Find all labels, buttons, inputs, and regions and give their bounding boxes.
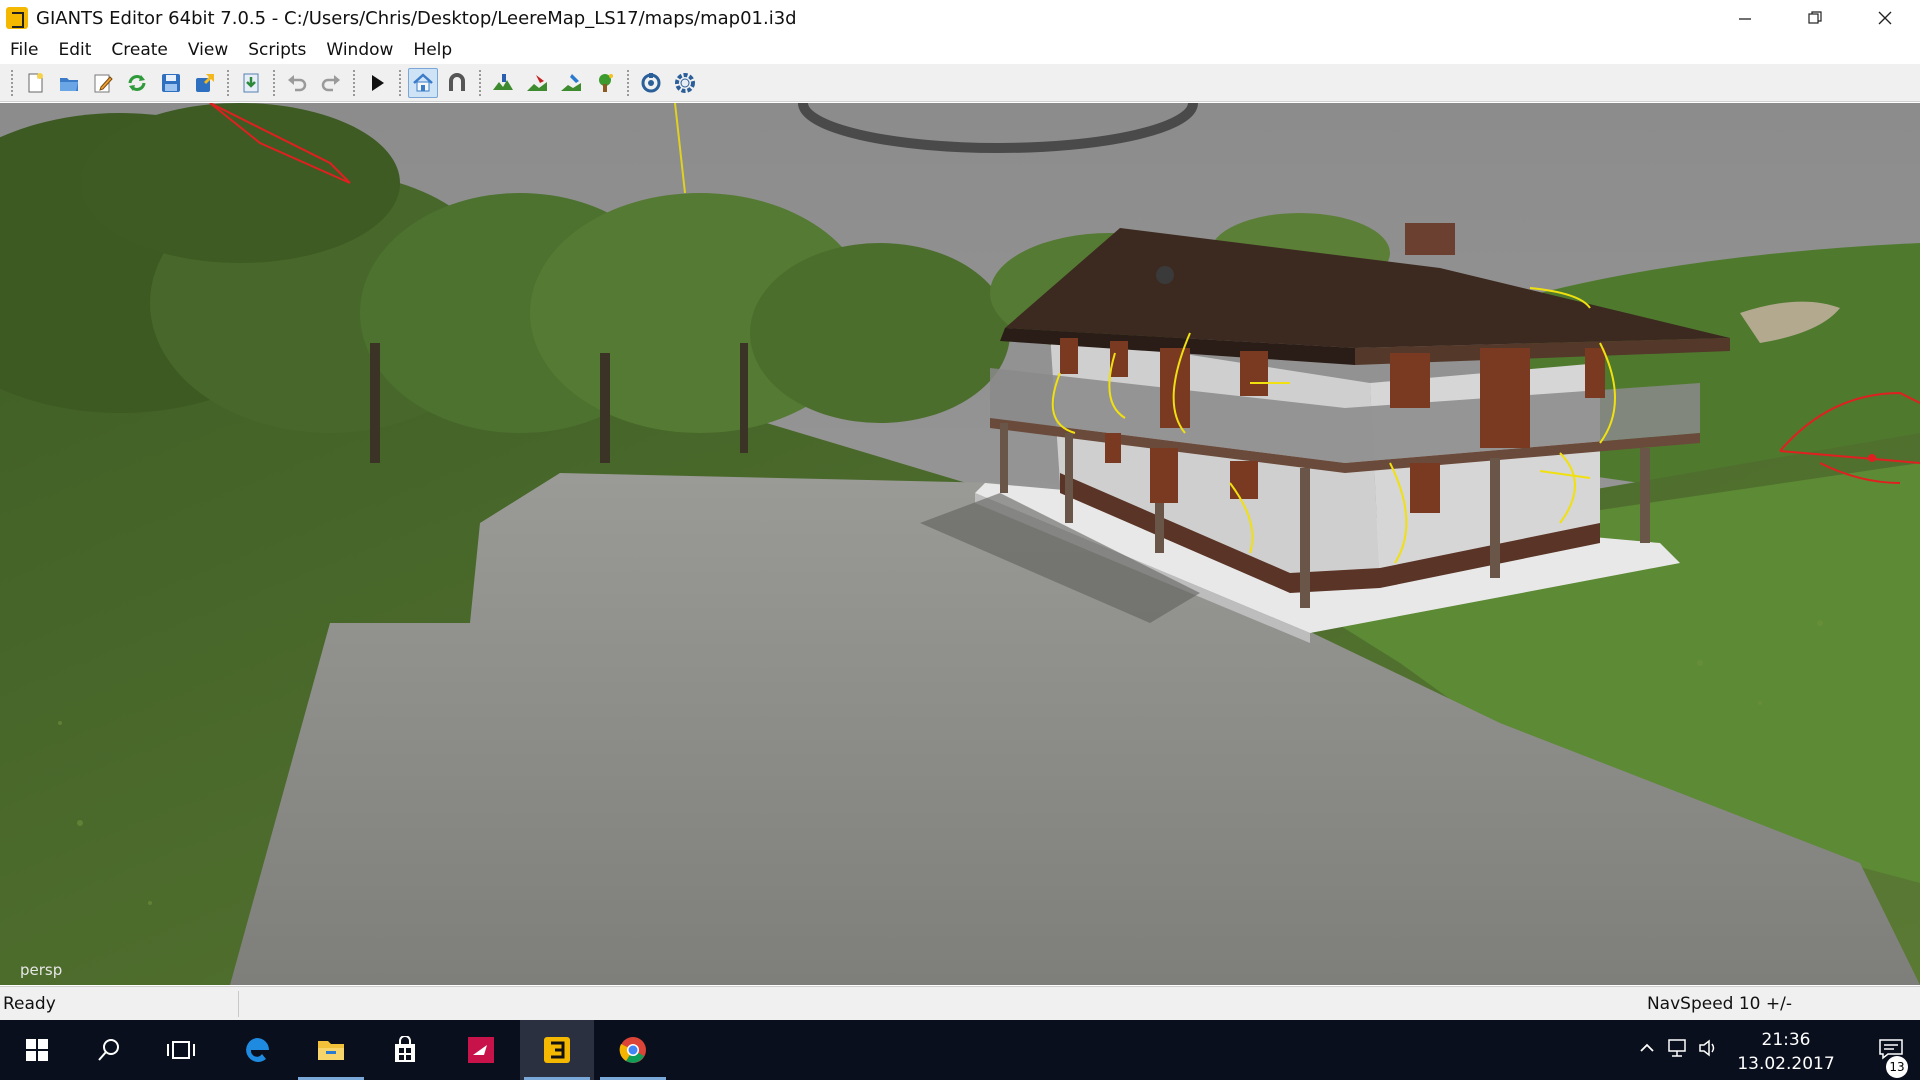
toolbar-empty-area [724,64,1920,102]
home-icon [413,72,433,91]
restore-button[interactable] [1780,0,1850,36]
settings-icon [675,72,695,93]
volume-button[interactable] [1698,1038,1720,1063]
new-icon [28,72,43,92]
task-view-icon [167,1041,195,1059]
3d-viewport[interactable]: persp [0,103,1920,985]
paint-app-icon [468,1037,494,1063]
volume-icon [1699,1039,1715,1057]
edge-button[interactable] [220,1020,294,1080]
title-bar: GIANTS Editor 64bit 7.0.5 - C:/Users/Chr… [0,0,1920,36]
undo-button[interactable] [282,68,312,98]
magnet-button[interactable] [442,68,472,98]
paint-app-button[interactable] [444,1020,518,1080]
foliage-icon [527,74,547,91]
toolbar-separator [399,69,401,96]
open-icon [60,77,78,91]
start-icon [26,1039,48,1061]
foliage-button[interactable] [522,68,552,98]
home-button[interactable] [408,67,438,98]
sync-button[interactable] [636,68,666,98]
file-explorer-icon [318,1041,344,1060]
save-button[interactable] [156,68,186,98]
menu-file[interactable]: File [0,40,48,60]
status-divider [238,991,239,1017]
close-icon [1878,11,1892,25]
store-icon [395,1036,415,1062]
reload-icon [128,74,146,91]
giants-editor-taskbar-button[interactable] [520,1020,594,1080]
decal-button[interactable] [556,68,586,98]
restore-icon [1808,11,1822,24]
windows-taskbar: 21:36 13.02.2017 13 [0,1020,1920,1080]
decal-icon [561,73,581,91]
chrome-icon [619,1037,646,1063]
settings-button[interactable] [670,68,700,98]
giants-editor-logo-icon [6,7,28,29]
clock[interactable]: 21:36 13.02.2017 [1736,1028,1836,1076]
menu-create[interactable]: Create [101,40,178,60]
camera-label: persp [20,961,63,979]
toolbar-grip[interactable] [11,69,13,96]
clock-date: 13.02.2017 [1737,1054,1835,1074]
chevron-up-icon [1640,1043,1654,1052]
toolbar-separator [479,69,481,96]
export-button[interactable] [190,68,220,98]
menu-help[interactable]: Help [403,40,462,60]
toolbar-separator [227,69,229,96]
menu-bar: File Edit Create View Scripts Window Hel… [0,36,1920,64]
edit-icon [94,74,113,92]
terrain-paint-icon [493,73,513,90]
magnet-icon [449,72,465,91]
network-icon [1668,1039,1686,1057]
open-button[interactable] [54,68,84,98]
menu-scripts[interactable]: Scripts [238,40,316,60]
play-icon [372,74,384,91]
nav-speed: NavSpeed 10 +/- [1646,994,1792,1014]
redo-icon [321,74,340,91]
tray-expand-button[interactable] [1638,1038,1656,1062]
giants-editor-icon [544,1037,570,1063]
redo-button[interactable] [316,68,346,98]
scene-render [0,103,1920,985]
window-title: GIANTS Editor 64bit 7.0.5 - C:/Users/Chr… [36,7,797,29]
undo-icon [288,74,307,91]
task-view-button[interactable] [144,1020,218,1080]
tree-button[interactable] [590,68,620,98]
network-button[interactable] [1666,1038,1692,1063]
import-button[interactable] [236,68,266,98]
minimize-button[interactable] [1710,0,1780,36]
minimize-icon [1739,18,1751,20]
menu-view[interactable]: View [178,40,238,60]
edit-button[interactable] [88,68,118,98]
menu-edit[interactable]: Edit [48,40,101,60]
toolbar-separator [273,69,275,96]
save-icon [162,73,180,92]
terrain-paint-button[interactable] [488,68,518,98]
play-button[interactable] [362,68,392,98]
reload-button[interactable] [122,68,152,98]
search-icon [98,1039,119,1061]
toolbar-separator [627,69,629,96]
search-button[interactable] [72,1020,146,1080]
edge-icon [246,1038,269,1062]
main-toolbar [0,64,724,102]
close-button[interactable] [1850,0,1920,36]
file-explorer-button[interactable] [294,1020,368,1080]
clock-time: 21:36 [1761,1030,1811,1050]
status-text: Ready [3,994,56,1014]
new-button[interactable] [20,68,50,98]
toolbar-separator [353,69,355,96]
start-button[interactable] [0,1020,74,1080]
tree-icon [599,73,613,92]
export-icon [196,73,214,92]
notification-count-badge: 13 [1886,1056,1908,1078]
store-button[interactable] [368,1020,442,1080]
status-bar: Ready NavSpeed 10 +/- [0,986,1920,1020]
system-tray: 21:36 13.02.2017 13 [1620,1020,1920,1080]
menu-window[interactable]: Window [316,40,403,60]
import-icon [243,73,259,92]
sync-icon [641,72,661,92]
chrome-button[interactable] [596,1020,670,1080]
